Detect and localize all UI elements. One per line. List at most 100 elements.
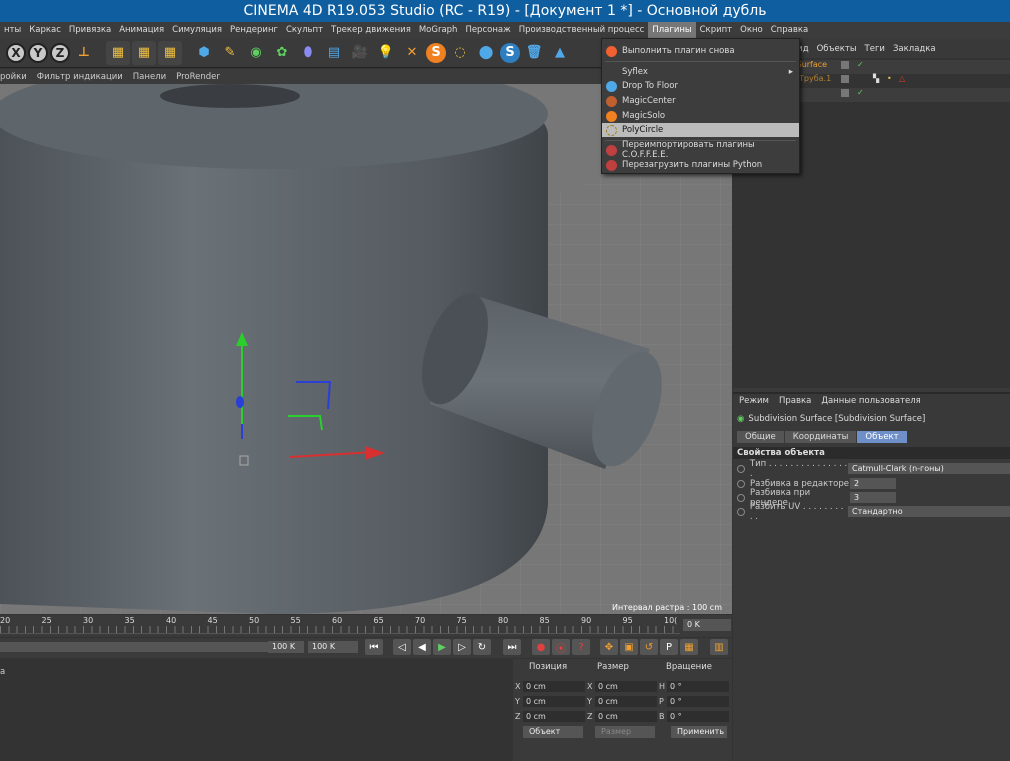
timeline-ruler[interactable]	[0, 626, 680, 634]
trash-icon[interactable]: 🗑	[522, 41, 546, 65]
next-key-icon[interactable]: ↻	[473, 639, 491, 655]
tag-icon[interactable]: •	[887, 74, 892, 83]
position-y-field[interactable]: 0 cm	[523, 696, 585, 707]
viewport-menu-item[interactable]: Панели	[133, 72, 166, 82]
move-key-icon[interactable]: ✥	[600, 639, 618, 655]
visibility-icon[interactable]	[841, 89, 849, 97]
next-frame-icon[interactable]: ▷	[453, 639, 471, 655]
reimport-coffee-item[interactable]: Переимпортировать плагины C.O.F.F.E.E.	[602, 140, 799, 160]
menu-item[interactable]: Трекер движения	[327, 22, 415, 38]
auto-key-icon[interactable]: ⦿	[552, 639, 570, 655]
checker-tag-icon[interactable]: ▚	[873, 74, 879, 83]
position-z-field[interactable]: 0 cm	[523, 711, 585, 722]
x-axis-lock-icon[interactable]: X	[6, 42, 26, 63]
key-help-icon[interactable]: ?	[572, 639, 590, 655]
rotation-p-field[interactable]: 0 °	[667, 696, 729, 707]
object-menu-item[interactable]: Закладка	[893, 44, 936, 54]
pen-spline-icon[interactable]: ✎	[218, 41, 242, 65]
plugin-item-drop-to-floor[interactable]: Drop To Floor	[602, 79, 799, 93]
timeline-layout-icon[interactable]: ▥	[710, 639, 728, 655]
keyframe-dot[interactable]	[737, 493, 745, 502]
deformer-icon[interactable]: ⬮	[296, 41, 320, 65]
timeline[interactable]: 20 25 30 35 40 45 50 55 60 65 70 75 80 85 90 95 10( 0 K	[0, 615, 732, 637]
y-axis-lock-icon[interactable]: Y	[28, 42, 48, 63]
plugin-item-magiccenter[interactable]: MagicCenter	[602, 94, 799, 108]
plugin-item-polycircle[interactable]: PolyCircle	[602, 123, 799, 137]
range-end-field[interactable]: 100 K	[268, 641, 304, 653]
triangle-icon[interactable]: ▲	[548, 41, 572, 65]
size-z-field[interactable]: 0 cm	[595, 711, 657, 722]
size-mode-select[interactable]: Размер	[595, 726, 655, 738]
plugin-item-magicsolo[interactable]: MagicSolo	[602, 109, 799, 123]
menu-item[interactable]: Персонаж	[461, 22, 514, 38]
check-icon[interactable]: ✓	[857, 88, 864, 97]
menu-item[interactable]: Привязка	[65, 22, 115, 38]
size-x-field[interactable]: 0 cm	[595, 681, 657, 692]
subdivide-uv-select[interactable]: Стандартно	[847, 506, 1010, 517]
camera-icon[interactable]: 🎥	[348, 41, 372, 65]
render-subdivision-input[interactable]: 3	[850, 492, 896, 503]
polycircle-icon[interactable]: ◌	[448, 41, 472, 65]
render-view-icon[interactable]: ▦	[106, 40, 130, 65]
solo-icon[interactable]: S	[426, 42, 446, 63]
record-icon[interactable]: ●	[532, 639, 550, 655]
menu-item[interactable]: Рендеринг	[226, 22, 282, 38]
visibility-icon[interactable]	[841, 61, 849, 69]
menu-item-plugins[interactable]: Плагины	[648, 22, 696, 38]
attr-menu-userdata[interactable]: Данные пользователя	[821, 396, 920, 406]
floor-icon[interactable]: ▤	[322, 41, 346, 65]
rotation-b-field[interactable]: 0 °	[667, 711, 729, 722]
molecule-icon[interactable]: ⬤	[474, 41, 498, 65]
keyframe-dot[interactable]	[737, 479, 745, 488]
check-icon[interactable]: ✓	[857, 60, 864, 69]
menu-item[interactable]: Скрипт	[696, 22, 737, 38]
render-settings-icon[interactable]: ▦	[158, 40, 182, 65]
pla-key-icon[interactable]: ▦	[680, 639, 698, 655]
reload-python-item[interactable]: Перезагрузить плагины Python	[602, 158, 799, 172]
rotate-key-icon[interactable]: ↺	[640, 639, 658, 655]
z-axis-lock-icon[interactable]: Z	[50, 42, 70, 63]
cloner-icon[interactable]: ✿	[270, 41, 294, 65]
menu-item[interactable]: Каркас	[25, 22, 65, 38]
timeline-range-slider[interactable]	[0, 642, 300, 652]
go-to-start-icon[interactable]: ⏮	[365, 639, 383, 655]
magic-solo-icon[interactable]: ✕	[400, 41, 424, 65]
menu-item[interactable]: Скульпт	[282, 22, 327, 38]
rotation-h-field[interactable]: 0 °	[667, 681, 729, 692]
apply-button[interactable]: Применить	[671, 726, 727, 738]
go-to-end-icon[interactable]: ⏭	[503, 639, 521, 655]
menu-item[interactable]: MoGraph	[415, 22, 462, 38]
play-icon[interactable]: ▶	[433, 639, 451, 655]
editor-subdivision-input[interactable]: 2	[850, 478, 896, 489]
scale-key-icon[interactable]: ▣	[620, 639, 638, 655]
menu-item[interactable]: нты	[0, 22, 25, 38]
coordinate-system-icon[interactable]: ⊥	[72, 41, 96, 65]
size-y-field[interactable]: 0 cm	[595, 696, 657, 707]
subdivision-icon[interactable]: ◉	[244, 41, 268, 65]
run-plugin-again-item[interactable]: Выполнить плагин снова	[602, 44, 799, 58]
menu-item[interactable]: Анимация	[115, 22, 168, 38]
tab-coordinates[interactable]: Координаты	[784, 431, 857, 443]
visibility-icon[interactable]	[841, 75, 849, 83]
coord-mode-select[interactable]: Объект	[523, 726, 583, 738]
position-x-field[interactable]: 0 cm	[523, 681, 585, 692]
object-menu-item[interactable]: Объекты	[817, 44, 857, 54]
viewport-menu-item[interactable]: ProRender	[176, 72, 220, 82]
param-key-icon[interactable]: P	[660, 639, 678, 655]
render-picture-viewer-icon[interactable]: ▦	[132, 40, 156, 65]
keyframe-dot[interactable]	[737, 507, 745, 516]
current-frame-field[interactable]: 0 K	[683, 619, 731, 631]
prev-key-icon[interactable]: ◁	[393, 639, 411, 655]
cube-icon[interactable]: ⬢	[192, 41, 216, 65]
menu-item[interactable]: Производственный процесс	[515, 22, 649, 38]
menu-item[interactable]: Справка	[767, 22, 812, 38]
script-icon[interactable]: S	[500, 42, 520, 63]
object-menu-item[interactable]: Теги	[865, 44, 885, 54]
menu-item[interactable]: Симуляция	[168, 22, 226, 38]
tab-basic[interactable]: Общие	[737, 431, 784, 443]
warning-icon[interactable]: △	[899, 74, 905, 83]
viewport-menu-item[interactable]: ройки	[0, 72, 27, 82]
attr-menu-mode[interactable]: Режим	[739, 396, 769, 406]
max-frame-field[interactable]: 100 K	[308, 641, 358, 653]
menu-item[interactable]: Окно	[736, 22, 767, 38]
